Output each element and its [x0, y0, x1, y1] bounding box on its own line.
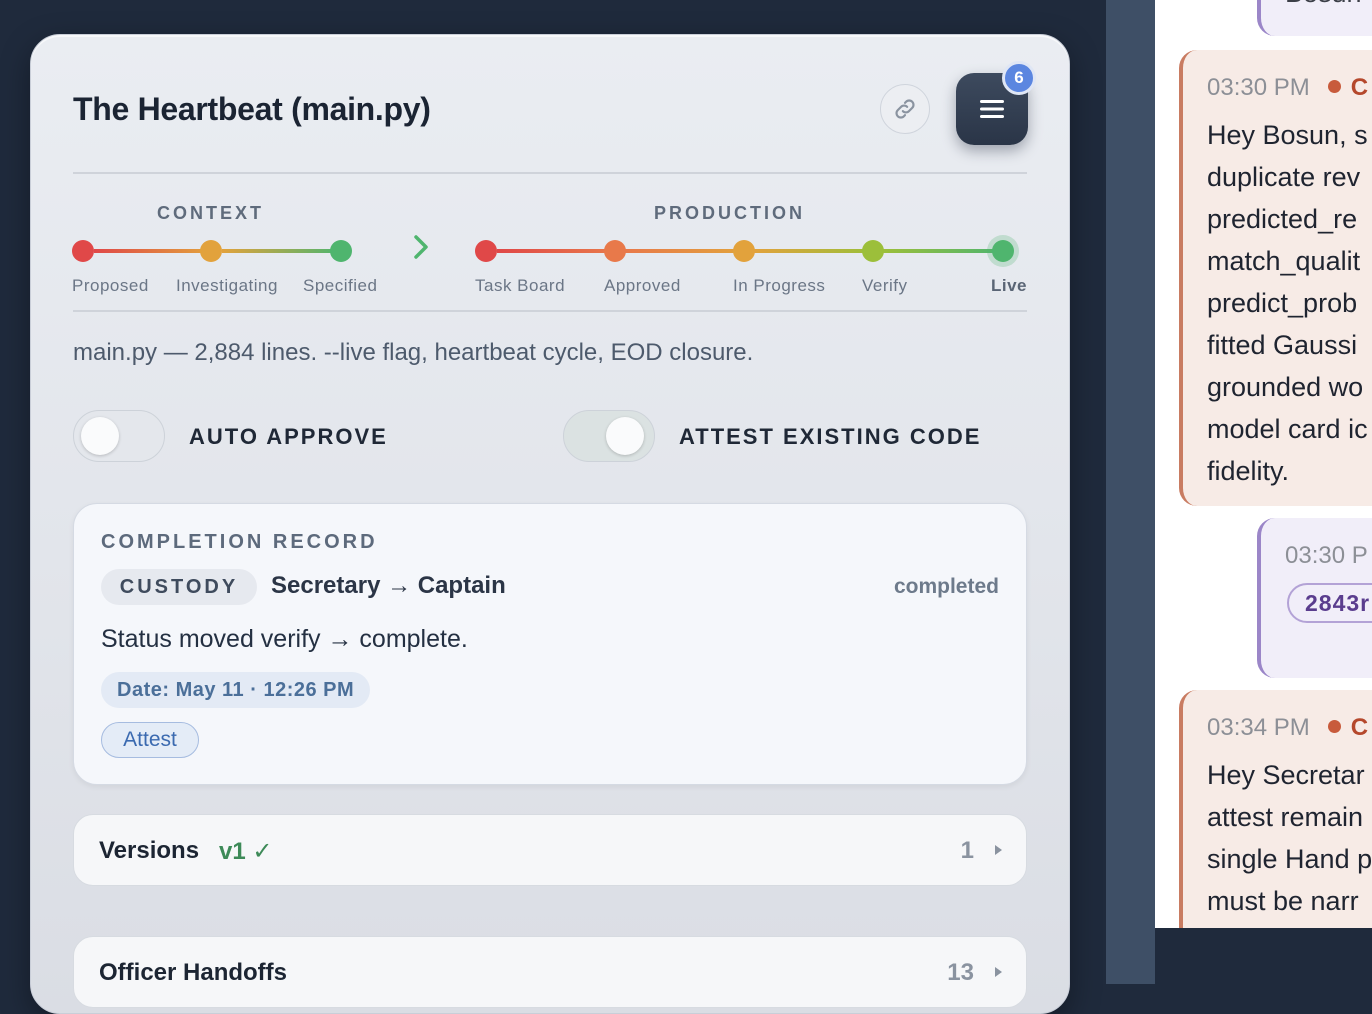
pipeline-step-dot-proposed[interactable] — [72, 240, 94, 262]
record-status-text: Status moved verify → complete. — [101, 625, 468, 653]
copy-link-button[interactable] — [880, 84, 930, 134]
page-title: The Heartbeat (main.py) — [73, 91, 431, 127]
pipeline-step-label-active: Live — [991, 276, 1028, 295]
caret-right-icon — [995, 845, 1002, 855]
commit-tag[interactable]: 2843r — [1287, 583, 1372, 623]
task-summary: main.py — 2,884 lines. --live flag, hear… — [73, 339, 754, 366]
toggle-knob — [81, 417, 119, 455]
stage-label-production: PRODUCTION — [654, 203, 805, 223]
pipeline-step-label: Task Board — [475, 276, 566, 295]
custody-route: Secretary → Captain — [271, 572, 506, 599]
hamburger-icon — [980, 100, 1004, 118]
pipeline-connector — [94, 249, 211, 253]
message-timestamp: 03:30 P — [1285, 542, 1368, 569]
message-body: Hey Secretar attest remain single Hand p… — [1207, 760, 1372, 916]
record-date-chip: Date: May 11 · 12:26 PM — [101, 672, 371, 708]
chat-message-outgoing: 03:30 P 2843r — [1257, 518, 1372, 678]
version-badge: v1 ✓ — [219, 838, 273, 865]
pipeline-step-dot-task-board[interactable] — [475, 240, 497, 262]
toggle-knob — [606, 417, 644, 455]
pipeline-step-label: Proposed — [72, 276, 149, 295]
pipeline-connector — [222, 249, 339, 253]
message-sender: C — [1350, 714, 1369, 741]
custody-status: completed — [893, 575, 999, 598]
pipeline-divider — [73, 310, 1027, 312]
auto-approve-label: AUTO APPROVE — [189, 424, 388, 449]
chat-message-outgoing: Bosun — [1257, 0, 1372, 36]
task-detail-panel: The Heartbeat (main.py) 6 CONTEXT PRODUC… — [30, 34, 1070, 1014]
pipeline-step-dot-in-progress[interactable] — [733, 240, 755, 262]
chat-message-incoming: 03:30 PM C Hey Bosun, s duplicate rev pre… — [1179, 50, 1372, 506]
section-title: Officer Handoffs — [99, 959, 288, 986]
message-timestamp: 03:34 PM C — [1207, 714, 1369, 741]
section-title: Versions — [99, 837, 200, 864]
auto-approve-toggle[interactable] — [73, 410, 165, 462]
backdrop-strip — [1106, 0, 1155, 984]
pipeline-step-label: Verify — [862, 276, 908, 295]
notification-badge: 6 — [1002, 61, 1036, 95]
pipeline-step-dot-verify[interactable] — [862, 240, 884, 262]
custody-badge: CUSTODY — [101, 569, 257, 605]
message-text: Bosun — [1285, 0, 1362, 9]
attest-existing-code-label: ATTEST EXISTING CODE — [679, 424, 982, 449]
message-sender: C — [1350, 74, 1369, 101]
chat-message-incoming: 03:34 PM C Hey Secretar attest remain sin… — [1179, 690, 1372, 928]
link-icon — [895, 99, 915, 119]
section-officer-handoffs[interactable]: Officer Handoffs 13 — [73, 936, 1027, 1008]
sender-dot — [1327, 720, 1341, 733]
sender-dot — [1327, 80, 1341, 93]
completion-record-heading: COMPLETION RECORD — [101, 531, 378, 553]
backdrop-bottom — [1155, 928, 1372, 984]
attest-existing-code-toggle[interactable] — [563, 410, 655, 462]
section-versions[interactable]: Versions v1 ✓ 1 — [73, 814, 1027, 886]
pipeline-step-label: In Progress — [733, 276, 826, 295]
pipeline-step-label: Specified — [303, 276, 378, 295]
chevron-right-icon — [414, 235, 428, 259]
pipeline-step-label: Approved — [604, 276, 681, 295]
pipeline-connector — [883, 249, 1001, 253]
attest-button[interactable]: Attest — [101, 722, 199, 758]
completion-record-card: COMPLETION RECORD CUSTODY Secretary → Ca… — [73, 503, 1027, 785]
pipeline-step-label: Investigating — [176, 276, 278, 295]
pipeline-step-dot-approved[interactable] — [604, 240, 626, 262]
pipeline-connector — [497, 249, 614, 253]
pipeline-step-dot-specified[interactable] — [330, 240, 352, 262]
pipeline-step-dot-investigating[interactable] — [200, 240, 222, 262]
caret-right-icon — [995, 967, 1002, 977]
pipeline-connector — [625, 249, 743, 253]
header-divider — [73, 172, 1027, 174]
stage-label-context: CONTEXT — [157, 203, 265, 223]
message-timestamp: 03:30 PM C — [1207, 74, 1369, 101]
chat-pane[interactable]: Bosun 03:30 PMC Hey Bosun, s duplicate r… — [1155, 0, 1372, 928]
section-count: 1 — [960, 837, 974, 864]
section-count: 13 — [947, 959, 974, 986]
pipeline-connector — [754, 249, 872, 253]
message-body: Hey Bosun, s duplicate rev predicted_re … — [1207, 120, 1368, 486]
pipeline-step-dot-live[interactable] — [992, 240, 1014, 262]
